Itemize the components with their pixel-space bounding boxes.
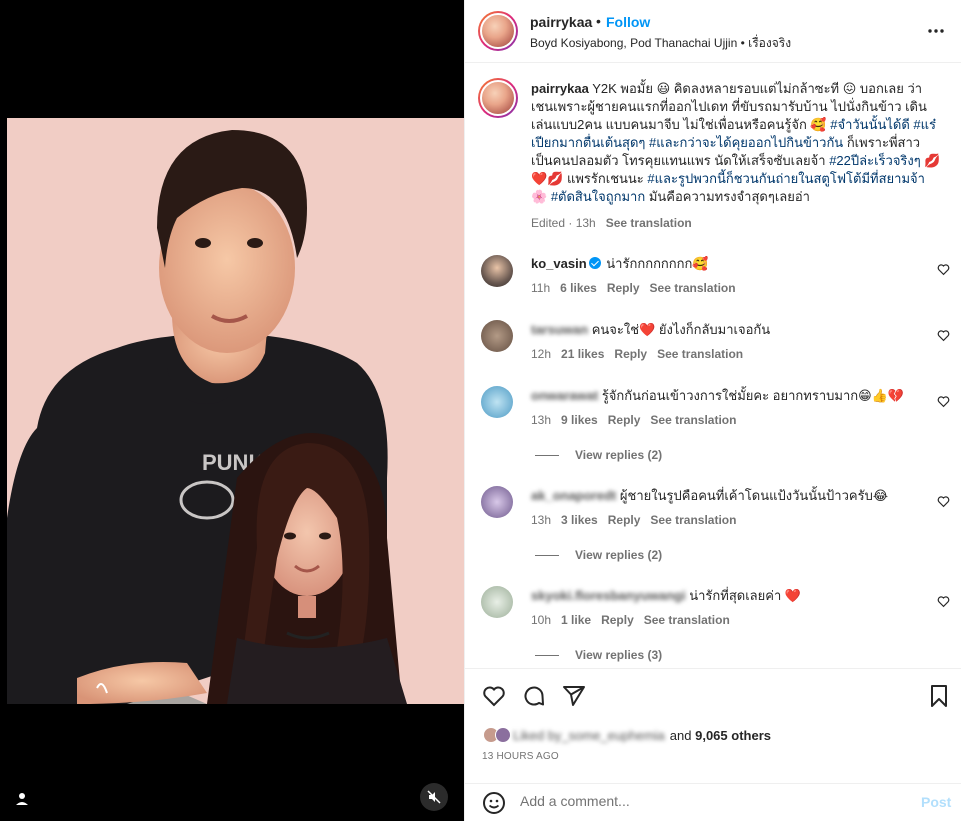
post-header: pairrykaa • Follow Boyd Kosiyabong, Pod … (465, 0, 961, 63)
heart-icon[interactable] (482, 684, 506, 708)
comment-likes[interactable]: 3 likes (561, 513, 598, 527)
caption-text-5: มันคือความทรงจำสุดๆเลยอ่า (645, 189, 810, 204)
audio-subtitle[interactable]: Boyd Kosiyabong, Pod Thanachai Ujjin • เ… (530, 34, 791, 53)
comment-item: ak_onaporedt ผู้ชายในรูปคือคนที่เค้าโดนแ… (531, 487, 931, 505)
comment-input[interactable] (520, 793, 900, 809)
view-replies-button[interactable]: View replies (2) (535, 548, 662, 562)
hashtag-22-years[interactable]: #22ปีล่ะเร็วจริงๆ (829, 153, 921, 168)
comment-item: ko_vasin น่ารักกกกกกกก🥰 (531, 255, 931, 273)
more-icon[interactable] (927, 22, 945, 40)
comment-see-translation[interactable]: See translation (657, 347, 743, 361)
post-media[interactable]: PUNK (0, 0, 464, 821)
post-photo: PUNK (7, 118, 464, 704)
caption-author-avatar[interactable] (478, 78, 518, 118)
mute-icon[interactable] (420, 783, 448, 811)
comment-see-translation[interactable]: See translation (650, 513, 736, 527)
comment-avatar[interactable] (481, 586, 513, 618)
comment-time: 11h (531, 281, 551, 295)
comment-time: 10h (531, 613, 552, 627)
comment-likes[interactable]: 21 likes (561, 347, 604, 361)
view-replies-label[interactable]: View replies (3) (575, 648, 662, 662)
post-comment-button[interactable]: Post (921, 794, 951, 810)
caption-see-translation[interactable]: See translation (606, 216, 692, 230)
post-caption: pairrykaa Y2K พอมั้ย 😃 คิดลงหลายรอบแต่ไม… (531, 80, 941, 206)
verified-badge-icon (588, 257, 601, 269)
comment-time: 13h (531, 513, 552, 527)
comment-like-heart-icon[interactable] (937, 329, 950, 342)
comment-item: onwarawat รู้จักกันก่อนเข้าวงการใช่มั้ยค… (531, 387, 931, 405)
likes-and: and (669, 727, 692, 743)
comment-avatar[interactable] (481, 320, 513, 352)
comment-reply-button[interactable]: Reply (614, 347, 647, 361)
likes-count[interactable]: 9,065 others (695, 728, 771, 743)
comment-reply-button[interactable]: Reply (601, 613, 634, 627)
comment-see-translation[interactable]: See translation (650, 281, 736, 295)
comment-text: ผู้ชายในรูปคือคนที่เค้าโดนแป้งวันนั้นป้า… (619, 488, 889, 503)
hashtag-right-decision[interactable]: #ตัดสินใจถูกมาก (551, 189, 645, 204)
comment-text: น่ารักที่สุดเลยค่า ❤️ (689, 588, 802, 603)
comment-composer: Post (465, 783, 961, 821)
comment-time: 12h (531, 347, 552, 361)
comment-reply-button[interactable]: Reply (608, 413, 641, 427)
replies-divider (535, 654, 559, 656)
separator-dot: • (596, 13, 601, 29)
author-avatar[interactable] (478, 11, 518, 51)
share-icon[interactable] (562, 684, 586, 708)
comment-like-heart-icon[interactable] (937, 595, 950, 608)
comment-text: คนจะใช่❤️ ยังไงก็กลับมาเจอกัน (591, 322, 771, 337)
comment-avatar[interactable] (481, 255, 513, 287)
follow-button[interactable]: Follow (606, 14, 650, 30)
comment-likes[interactable]: 9 likes (561, 413, 598, 427)
author-username[interactable]: pairrykaa (530, 14, 592, 30)
tag-user-icon[interactable] (12, 789, 32, 809)
replies-divider (535, 454, 559, 456)
comment-meta: 13h 3 likes Reply See translation (531, 513, 736, 527)
post-details-panel: pairrykaa • Follow Boyd Kosiyabong, Pod … (464, 0, 961, 821)
comment-meta: 13h 9 likes Reply See translation (531, 413, 736, 427)
emoji-icon[interactable] (482, 791, 506, 815)
replies-divider (535, 554, 559, 556)
view-replies-label[interactable]: View replies (2) (575, 448, 662, 462)
caption-text-4: 🌸 (531, 189, 551, 204)
view-replies-label[interactable]: View replies (2) (575, 548, 662, 562)
comment-item: skyoki.floresbanyuwangi น่ารักที่สุดเลยค… (531, 587, 931, 605)
view-replies-button[interactable]: View replies (3) (535, 648, 662, 662)
comment-username[interactable]: skyoki.floresbanyuwangi (531, 588, 686, 603)
comment-like-heart-icon[interactable] (937, 263, 950, 276)
comment-see-translation[interactable]: See translation (650, 413, 736, 427)
liker-avatars (483, 727, 511, 743)
caption-username[interactable]: pairrykaa (531, 81, 589, 96)
comment-avatar[interactable] (481, 486, 513, 518)
post-actions: Liked by_some_euphemia and 9,065 others … (465, 668, 961, 783)
comment-time: 13h (531, 413, 552, 427)
comment-icon[interactable] (522, 684, 546, 708)
comment-likes[interactable]: 1 like (561, 613, 591, 627)
liked-by-user[interactable]: Liked by_some_euphemia (513, 728, 665, 743)
comment-like-heart-icon[interactable] (937, 395, 950, 408)
caption-edited-time: Edited · 13h (531, 216, 596, 230)
hashtag-studio[interactable]: #และรูปพวกนี้ก็ชวนกันถ่ายในสตูโฟโต้มีที่… (647, 171, 925, 186)
comment-text: น่ารักกกกกกกก🥰 (606, 256, 709, 271)
post-timestamp: 13 HOURS AGO (482, 751, 559, 762)
comment-avatar[interactable] (481, 386, 513, 418)
comment-meta: 10h 1 like Reply See translation (531, 613, 730, 627)
comment-see-translation[interactable]: See translation (644, 613, 730, 627)
comment-username[interactable]: ak_onaporedt (531, 488, 616, 503)
comment-meta: 12h 21 likes Reply See translation (531, 347, 743, 361)
bookmark-icon[interactable] (927, 684, 951, 708)
caption-meta: Edited · 13h See translation (531, 216, 692, 230)
comment-username[interactable]: onwarawat (531, 388, 598, 403)
likes-summary[interactable]: Liked by_some_euphemia and 9,065 others (483, 727, 771, 743)
comment-meta: 11h 6 likes Reply See translation (531, 281, 736, 295)
comment-text: รู้จักกันก่อนเข้าวงการใช่มั้ยคะ อยากทราบ… (601, 388, 905, 403)
comment-item: tarsuwan คนจะใช่❤️ ยังไงก็กลับมาเจอกัน (531, 321, 931, 339)
comment-reply-button[interactable]: Reply (607, 281, 640, 295)
view-replies-button[interactable]: View replies (2) (535, 448, 662, 462)
comment-username[interactable]: tarsuwan (531, 322, 588, 337)
comment-likes[interactable]: 6 likes (560, 281, 597, 295)
comment-reply-button[interactable]: Reply (608, 513, 641, 527)
comment-username[interactable]: ko_vasin (531, 256, 587, 271)
comment-like-heart-icon[interactable] (937, 495, 950, 508)
